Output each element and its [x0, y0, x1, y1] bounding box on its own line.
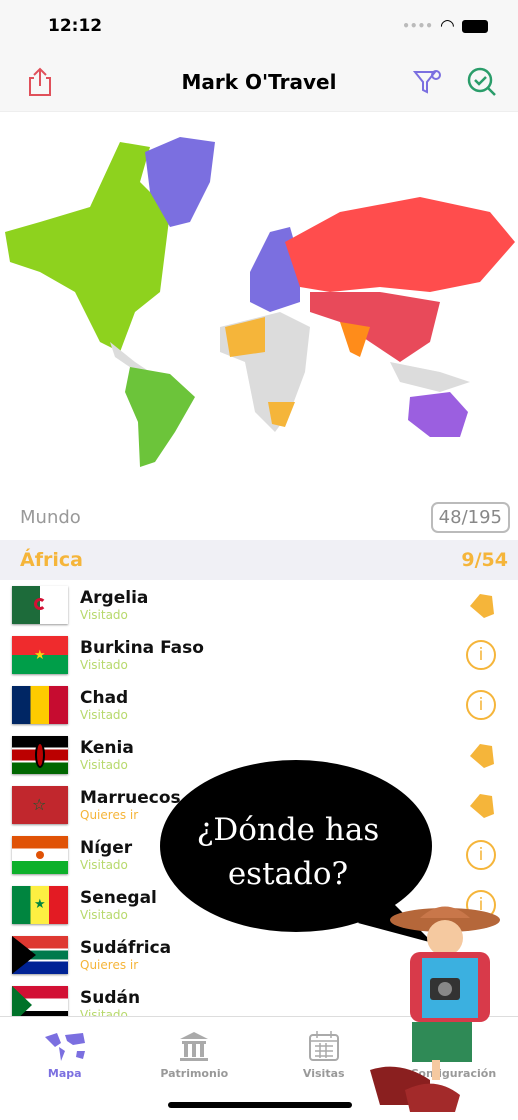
tab-label: Visitas — [302, 1067, 345, 1080]
tab-label: Mapa — [47, 1067, 82, 1080]
country-row[interactable]: ★ Burkina Faso Visitado i — [0, 630, 518, 680]
section-count: 9/54 — [461, 549, 508, 571]
world-count-badge[interactable]: 48/195 — [430, 501, 510, 533]
calendar-icon — [308, 1031, 339, 1061]
country-status: Visitado — [80, 758, 128, 772]
country-shape-icon — [470, 794, 494, 818]
world-label: Mundo — [20, 506, 81, 528]
country-name: Burkina Faso — [80, 638, 204, 658]
tab-label: Patrimonio — [160, 1067, 229, 1080]
bubble-line-2: estado? — [227, 856, 349, 892]
status-bar: 12:12 •••• ◠ — [0, 0, 518, 52]
signal-icon: •••• — [402, 19, 433, 33]
heritage-building-icon — [180, 1032, 209, 1061]
section-header-africa[interactable]: África 9/54 — [0, 540, 518, 580]
filter-settings-icon[interactable] — [412, 66, 444, 98]
battery-icon — [462, 19, 488, 33]
country-name: Níger — [80, 838, 133, 858]
world-summary: Mundo 48/195 — [0, 494, 518, 540]
world-map[interactable] — [0, 112, 518, 494]
map-southeast-asia[interactable] — [390, 362, 470, 392]
country-shape-icon — [470, 594, 494, 618]
info-icon[interactable]: i — [466, 840, 496, 870]
page-title: Mark O'Travel — [181, 69, 337, 94]
status-time: 12:12 — [48, 16, 103, 36]
map-north-africa-visited[interactable] — [225, 317, 265, 357]
country-status: Visitado — [80, 658, 128, 672]
country-row[interactable]: Argelia Visitado — [0, 580, 518, 630]
country-flag — [12, 586, 68, 624]
country-status: Visitado — [80, 858, 128, 872]
share-icon[interactable] — [24, 66, 56, 98]
map-russia[interactable] — [285, 197, 515, 292]
info-icon[interactable]: i — [466, 640, 496, 670]
country-status: Visitado — [80, 608, 128, 622]
country-status: Quieres ir — [80, 958, 139, 972]
country-status: Visitado — [80, 708, 128, 722]
map-south-america[interactable] — [125, 367, 195, 467]
country-flag — [12, 736, 68, 774]
info-icon[interactable]: i — [466, 690, 496, 720]
country-flag — [12, 686, 68, 724]
status-icons: •••• ◠ — [402, 16, 488, 36]
country-flag: ★ — [12, 886, 68, 924]
country-name: Senegal — [80, 888, 157, 908]
speech-bubble-text: ¿Dónde has estado? — [158, 808, 418, 896]
map-asia[interactable] — [310, 292, 440, 362]
nav-header: Mark O'Travel — [0, 52, 518, 112]
home-indicator[interactable] — [168, 1102, 352, 1108]
bubble-line-1: ¿Dónde has — [196, 812, 380, 848]
map-south-africa[interactable] — [268, 402, 295, 427]
country-flag: ☆ — [12, 786, 68, 824]
country-status: Visitado — [80, 908, 128, 922]
world-map-icon — [44, 1033, 85, 1061]
map-north-america[interactable] — [5, 142, 170, 352]
wifi-icon: ◠ — [440, 16, 454, 36]
country-name: Argelia — [80, 588, 149, 608]
country-name: Kenia — [80, 738, 134, 758]
tab-mapa[interactable]: Mapa — [0, 1017, 130, 1120]
search-check-icon[interactable] — [466, 66, 498, 98]
country-name: Sudán — [80, 988, 141, 1008]
traveler-mascot — [370, 906, 500, 1112]
map-australia[interactable] — [408, 392, 468, 437]
country-flag — [12, 936, 68, 974]
country-shape-icon — [470, 744, 494, 768]
country-flag: ★ — [12, 636, 68, 674]
country-row[interactable]: Chad Visitado i — [0, 680, 518, 730]
section-label: África — [20, 549, 83, 571]
country-flag — [12, 836, 68, 874]
country-name: Chad — [80, 688, 129, 708]
map-india[interactable] — [340, 322, 370, 357]
